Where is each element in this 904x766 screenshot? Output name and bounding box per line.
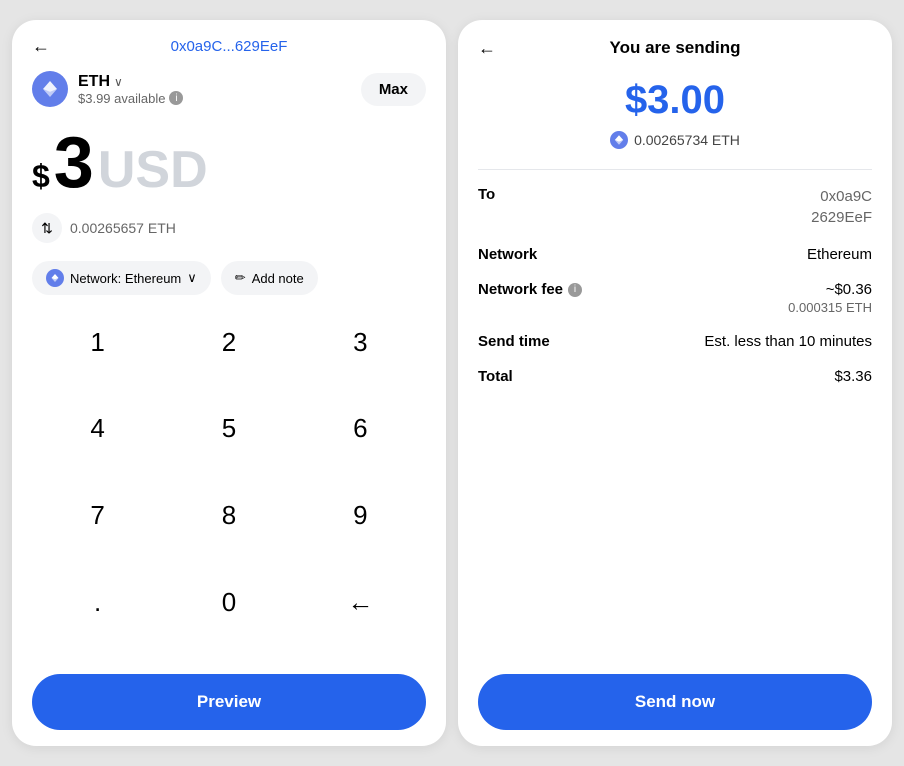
eth-logo-icon <box>32 71 68 107</box>
token-name-label: ETH <box>78 73 110 91</box>
pencil-icon: ✏ <box>235 270 246 286</box>
sending-usd-amount: $3.00 <box>478 78 872 123</box>
available-balance: $3.99 available i <box>78 91 183 106</box>
left-back-button[interactable]: ← <box>32 36 50 57</box>
key-9[interactable]: 9 <box>295 487 426 545</box>
fee-label-row: Network fee i <box>478 281 582 298</box>
network-row: Network Ethereum <box>478 246 872 263</box>
options-row: Network: Ethereum ∨ ✏ Add note <box>32 261 426 295</box>
info-icon[interactable]: i <box>169 91 183 105</box>
total-row: Total $3.36 <box>478 368 872 385</box>
key-5[interactable]: 5 <box>163 400 294 458</box>
send-time-value: Est. less than 10 minutes <box>704 333 872 350</box>
to-label: To <box>478 186 495 203</box>
key-dot[interactable]: . <box>32 573 163 631</box>
sending-eth-icon <box>610 131 628 149</box>
amount-currency: USD <box>98 144 208 196</box>
right-title: You are sending <box>610 38 741 58</box>
to-address: 0x0a9C 2629EeF <box>811 186 872 228</box>
amount-number: 3 <box>54 127 94 199</box>
network-label: Network: Ethereum <box>70 271 181 286</box>
eth-conversion-amount: 0.00265657 ETH <box>70 220 176 236</box>
network-eth-icon <box>46 269 64 287</box>
token-row: ETH ∨ $3.99 available i Max <box>32 71 426 107</box>
key-7[interactable]: 7 <box>32 487 163 545</box>
sending-eth-amount: 0.00265734 ETH <box>634 132 740 148</box>
sending-amount: $3.00 <box>478 78 872 123</box>
total-label: Total <box>478 368 513 385</box>
left-header: ← 0x0a9C...629EeF <box>32 38 426 55</box>
key-2[interactable]: 2 <box>163 313 294 371</box>
key-6[interactable]: 6 <box>295 400 426 458</box>
key-8[interactable]: 8 <box>163 487 294 545</box>
token-info: ETH ∨ $3.99 available i <box>32 71 183 107</box>
key-backspace[interactable]: ← <box>295 573 426 631</box>
add-note-button[interactable]: ✏ Add note <box>221 261 318 295</box>
fee-label: Network fee <box>478 281 563 298</box>
key-1[interactable]: 1 <box>32 313 163 371</box>
fee-row: Network fee i ~$0.36 0.000315 ETH <box>478 281 872 315</box>
fee-info-icon[interactable]: i <box>568 283 582 297</box>
fee-eth: 0.000315 ETH <box>788 300 872 315</box>
swap-icon[interactable]: ⇅ <box>32 213 62 243</box>
token-chevron-icon: ∨ <box>114 75 123 89</box>
right-header: ← You are sending <box>478 38 872 58</box>
send-time-label: Send time <box>478 333 550 350</box>
wallet-address: 0x0a9C...629EeF <box>171 38 288 55</box>
detail-section: To 0x0a9C 2629EeF Network Ethereum Netwo… <box>478 186 872 430</box>
right-back-button[interactable]: ← <box>478 38 496 59</box>
network-value: Ethereum <box>807 246 872 263</box>
network-label: Network <box>478 246 537 263</box>
key-4[interactable]: 4 <box>32 400 163 458</box>
sending-eth-row: 0.00265734 ETH <box>478 131 872 149</box>
network-selector-button[interactable]: Network: Ethereum ∨ <box>32 261 211 295</box>
token-name-row[interactable]: ETH ∨ <box>78 73 183 91</box>
key-0[interactable]: 0 <box>163 573 294 631</box>
send-time-row: Send time Est. less than 10 minutes <box>478 333 872 350</box>
key-3[interactable]: 3 <box>295 313 426 371</box>
add-note-label: Add note <box>252 271 304 286</box>
fee-usd: ~$0.36 <box>788 281 872 298</box>
conversion-row: ⇅ 0.00265657 ETH <box>32 213 426 243</box>
amount-display: $ 3 USD <box>32 127 426 199</box>
dollar-sign: $ <box>32 158 50 195</box>
max-button[interactable]: Max <box>361 73 426 106</box>
keypad: 1 2 3 4 5 6 7 8 9 . 0 ← <box>32 313 426 660</box>
to-row: To 0x0a9C 2629EeF <box>478 186 872 228</box>
divider <box>478 169 872 170</box>
network-chevron-icon: ∨ <box>187 270 197 286</box>
send-now-button[interactable]: Send now <box>478 674 872 730</box>
preview-button[interactable]: Preview <box>32 674 426 730</box>
total-value: $3.36 <box>834 368 872 385</box>
